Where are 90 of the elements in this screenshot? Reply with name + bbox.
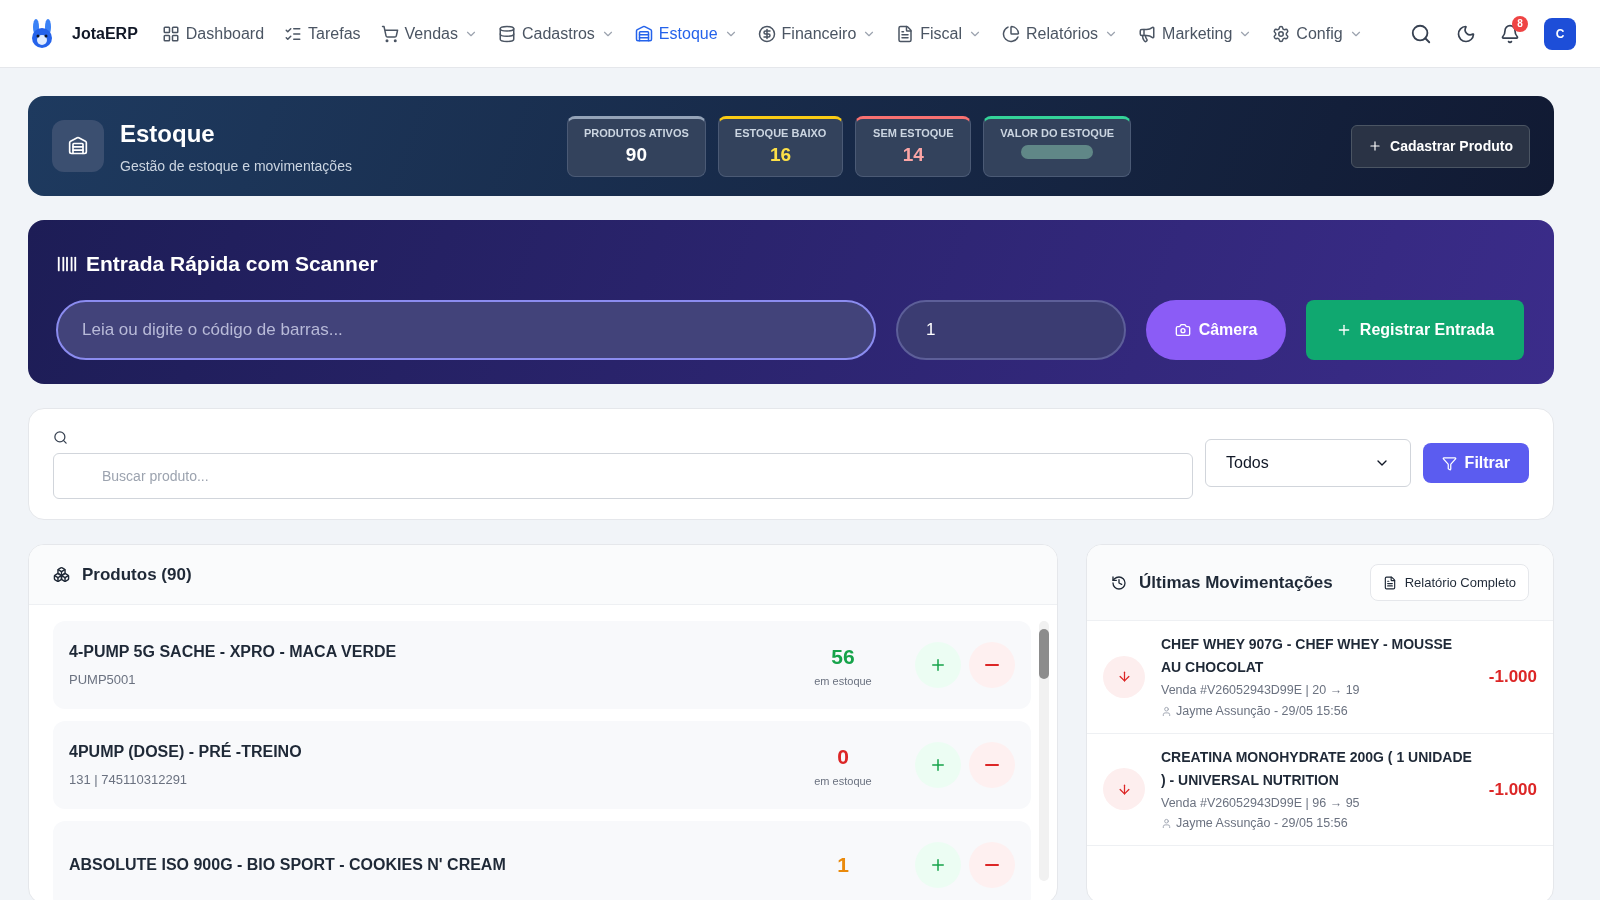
avatar-button[interactable]: C (1544, 17, 1576, 50)
nav-item[interactable]: Fiscal (896, 21, 983, 46)
scanner-title: Entrada Rápida com Scanner (86, 251, 378, 277)
pie-chart-icon (1002, 24, 1021, 43)
movement-detail: Venda #V26052943D99E | 20 → 19 (1161, 682, 1361, 699)
nav-item[interactable]: Cadastros (497, 21, 615, 46)
movement-user: Jayme Assunção - 29/05 15:56 (1176, 815, 1348, 833)
stat-value: 16 (770, 143, 792, 167)
stat-value: 14 (902, 143, 924, 167)
products-title: Produtos (90) (82, 563, 192, 586)
user-icon (1161, 705, 1172, 717)
stat-label: VALOR DO ESTOQUE (1000, 125, 1115, 141)
movement-quantity: -1.000 (1488, 778, 1537, 801)
stat-value: 90 (625, 143, 647, 167)
full-report-button[interactable]: Relatório Completo (1369, 563, 1529, 602)
camera-button[interactable]: Câmera (1146, 299, 1286, 360)
plus-icon (929, 656, 947, 674)
stock-label: em estoque (814, 673, 872, 689)
user-icon (1161, 818, 1172, 830)
decrease-button[interactable] (969, 642, 1015, 688)
dollar-icon (757, 24, 776, 43)
increase-button[interactable] (915, 742, 961, 788)
document-icon (896, 24, 915, 43)
stock-label: em estoque (814, 773, 872, 789)
status-select[interactable]: Todos (1205, 439, 1411, 487)
decrease-button[interactable] (969, 842, 1015, 888)
filter-button[interactable]: Filtrar (1422, 443, 1529, 483)
history-icon (1111, 574, 1127, 591)
product-row[interactable]: 4-PUMP 5G SACHE - XPRO - MACA VERDE PUMP5001 56 em estoque (53, 621, 1031, 709)
increase-button[interactable] (915, 842, 961, 888)
minus-icon (985, 664, 999, 666)
product-name: 4PUMP (DOSE) - PRÉ -TREINO (69, 741, 303, 763)
search-icon[interactable] (1410, 22, 1432, 45)
stat-label: SEM ESTOQUE (873, 125, 954, 141)
movement-product: CREATINA MONOHYDRATE 200G ( 1 UNIDADE ) - UNIVERSAL NUTRITION (1161, 747, 1473, 790)
plus-icon (1368, 139, 1383, 153)
nav-item[interactable]: Relatórios (1002, 21, 1119, 46)
movement-detail: Venda #V26052943D99E | 96 → 95 (1161, 794, 1361, 812)
moon-icon[interactable] (1456, 23, 1476, 44)
database-icon (497, 24, 516, 43)
minus-icon (985, 864, 999, 866)
nav-item[interactable]: Tarefas (284, 21, 361, 46)
warehouse-icon (68, 136, 88, 156)
nav-item[interactable]: Estoque (634, 21, 738, 46)
minus-icon (985, 764, 999, 766)
movement-quantity: -1.000 (1488, 666, 1537, 688)
product-row[interactable]: ABSOLUTE ISO 900G - BIO SPORT - COOKIES N' CREAM 1 (53, 821, 1031, 900)
grid-icon (161, 24, 180, 43)
barcode-field[interactable]: Leia ou digite o código de barras... (56, 299, 876, 360)
movement-product: CHEF WHEY 907G - CHEF WHEY - MOUSSE AU CHOCOLAT (1161, 635, 1454, 677)
scrollbar[interactable] (1039, 621, 1049, 881)
page-title: Estoque (120, 118, 216, 149)
quantity-field[interactable]: 1 (896, 299, 1126, 360)
movement-user: Jayme Assunção - 29/05 15:56 (1176, 702, 1348, 720)
megaphone-icon (1138, 24, 1157, 43)
brand-name[interactable]: JotaERP (72, 21, 138, 46)
search-icon (53, 430, 68, 445)
cart-icon (380, 24, 399, 43)
page-subtitle: Gestão de estoque e movimentações (120, 156, 352, 176)
product-name: ABSOLUTE ISO 900G - BIO SPORT - COOKIES N' CREAM (69, 855, 507, 875)
product-name: 4-PUMP 5G SACHE - XPRO - MACA VERDE (69, 642, 398, 663)
stock-count: 0 (837, 744, 849, 770)
product-code: 131 | 745110312291 (69, 771, 189, 790)
boxes-icon (53, 566, 70, 583)
product-row[interactable]: 4PUMP (DOSE) - PRÉ -TREINO 131 | 745110312291 0 em estoque (53, 721, 1031, 809)
plus-icon (929, 756, 947, 774)
increase-button[interactable] (915, 642, 961, 688)
warehouse-icon (634, 24, 653, 43)
add-product-button[interactable]: Cadastrar Produto (1351, 124, 1530, 168)
nav-item[interactable]: Config (1272, 21, 1363, 46)
decrease-button[interactable] (969, 742, 1015, 788)
search-field[interactable]: Buscar produto... (53, 453, 1193, 499)
nav-item[interactable]: Vendas (380, 21, 478, 46)
gear-icon (1272, 24, 1291, 43)
nav-item[interactable]: Dashboard (161, 21, 265, 46)
nav-item[interactable]: Marketing (1138, 21, 1253, 46)
movements-title: Últimas Movimentações (1139, 571, 1333, 594)
arrow-down-icon (1116, 669, 1132, 685)
stock-count: 1 (837, 852, 849, 879)
product-code: PUMP5001 (69, 671, 137, 690)
arrow-down-icon (1116, 781, 1132, 797)
notification-badge: 8 (1512, 15, 1528, 32)
stat-label: PRODUTOS ATIVOS (583, 125, 689, 141)
filter-icon (1441, 455, 1457, 471)
plus-icon (929, 856, 947, 874)
stock-count: 56 (831, 644, 855, 670)
nav-item[interactable]: Financeiro (757, 21, 877, 46)
stat-label: ESTOQUE BAIXO (734, 125, 827, 141)
camera-icon (1174, 321, 1191, 338)
document-icon (1382, 575, 1397, 590)
